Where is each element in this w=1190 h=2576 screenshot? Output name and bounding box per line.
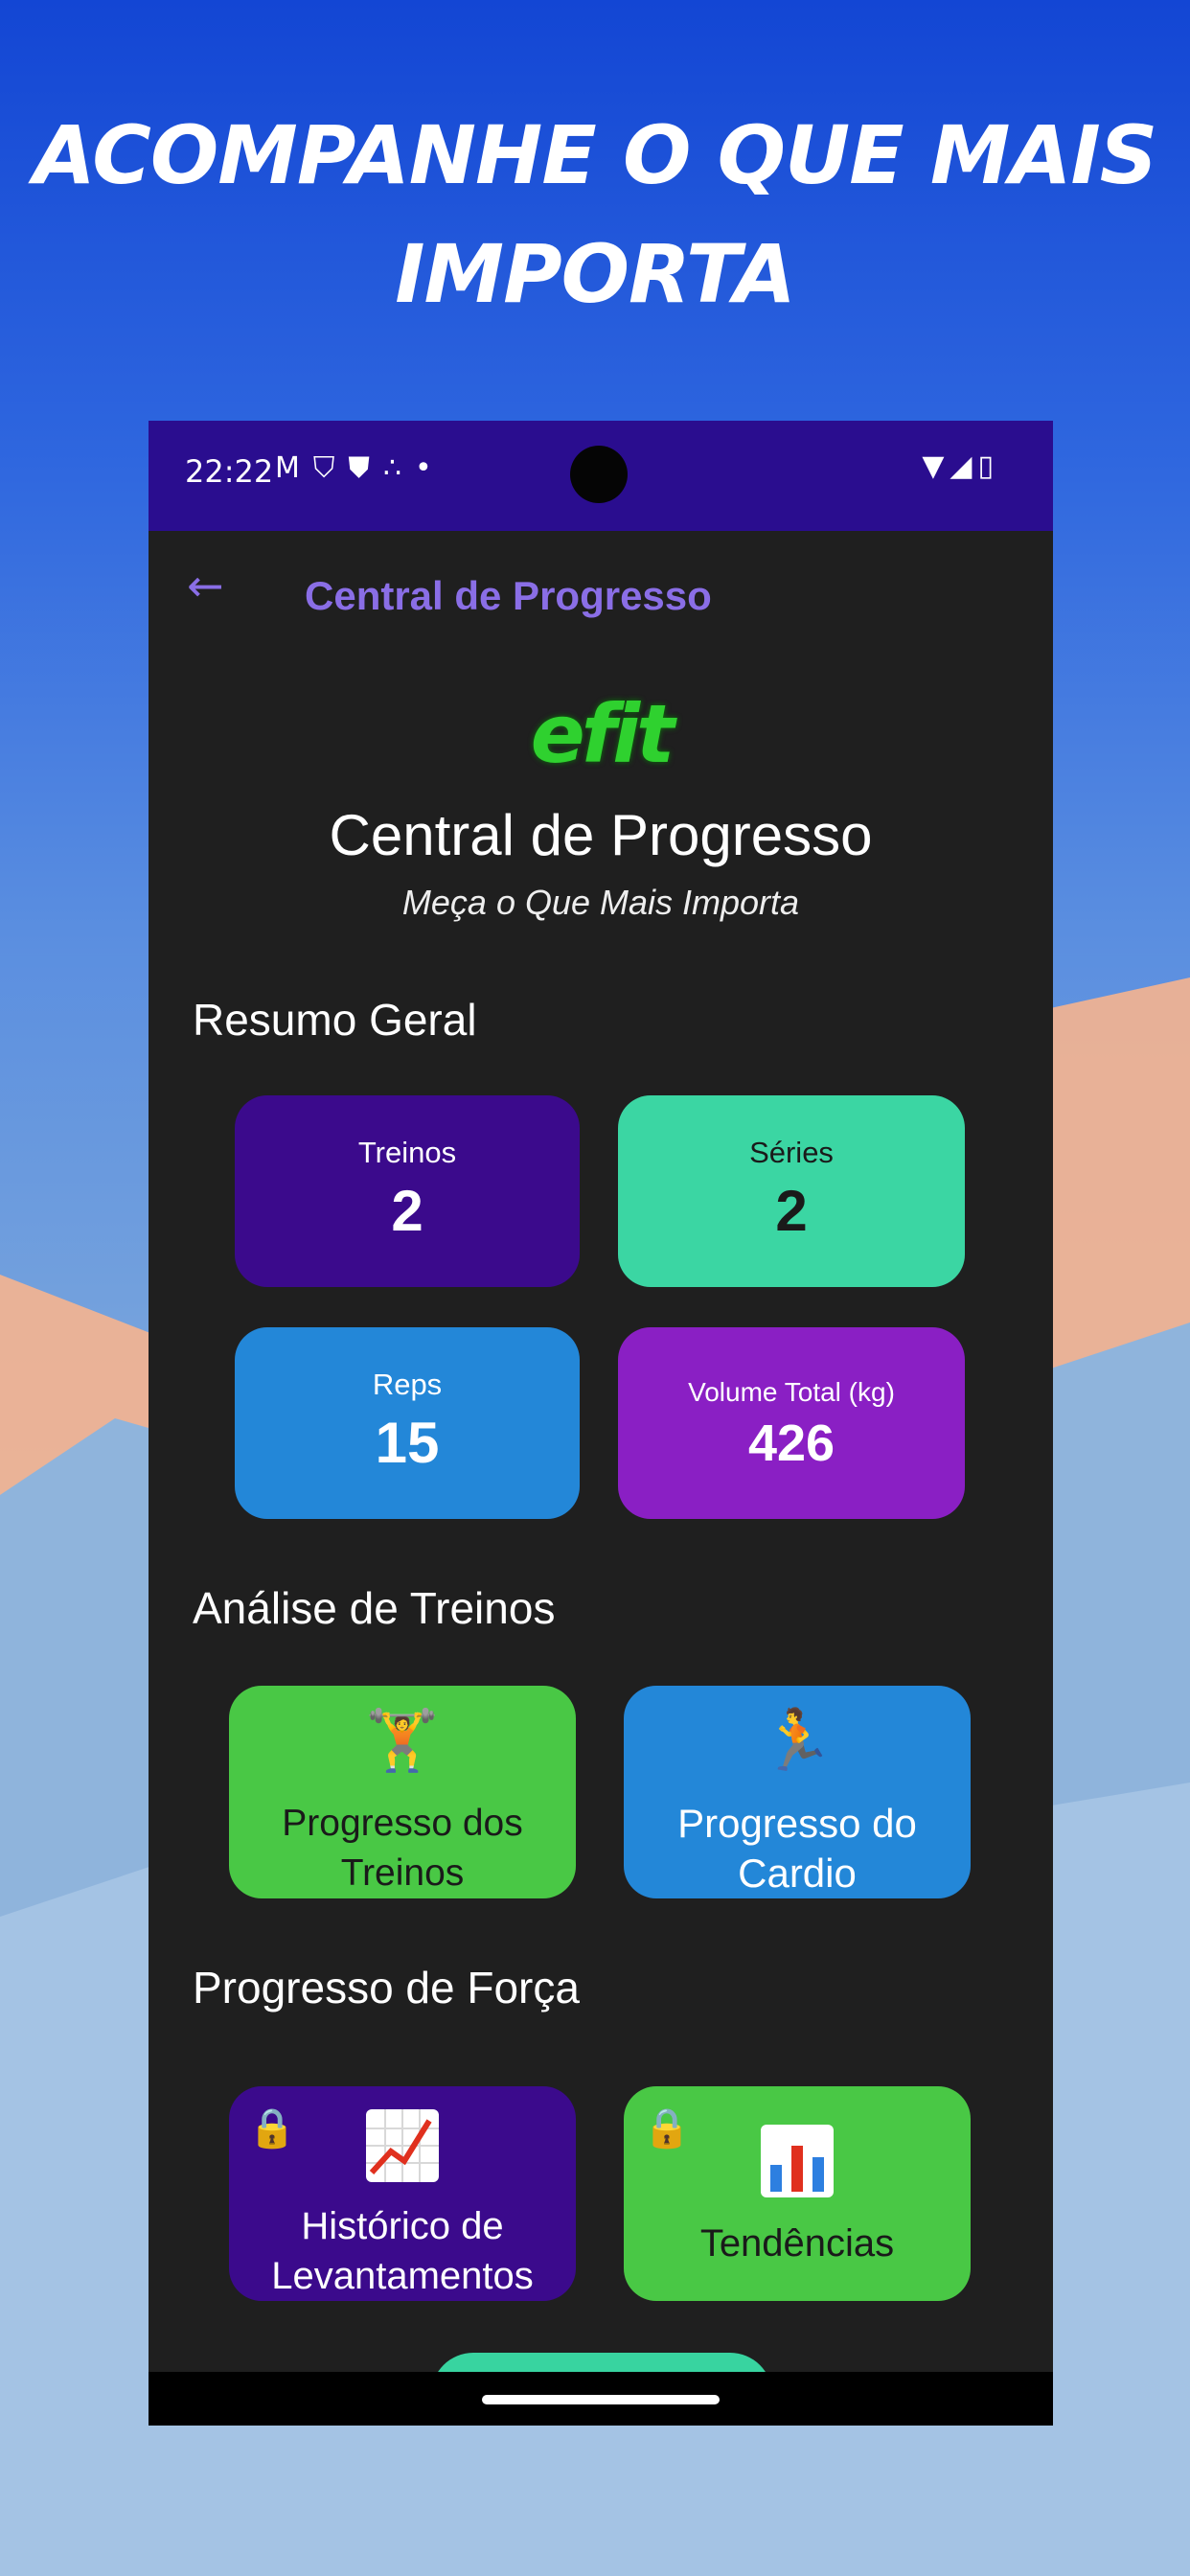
stat-card-treinos: Treinos 2 [235,1095,580,1287]
stat-card-volume: Volume Total (kg) 426 [618,1327,965,1519]
share-icon: ∴ [382,451,415,485]
stat-value: 2 [391,1179,423,1243]
bar-chart-icon [624,2121,971,2217]
card-label-line: Histórico de [301,2205,504,2247]
back-arrow-icon[interactable]: ← [187,560,224,611]
stat-label: Treinos [357,1136,457,1169]
page-subtitle: Meça o Que Mais Importa [401,883,800,922]
weightlifter-icon: 🏋 [365,1705,440,1775]
card-label-line: Tendências [699,2222,895,2265]
section-title-strength: Progresso de Força [193,1963,580,2012]
card-label-line: Cardio [738,1851,857,1896]
card-label: Histórico de Levantamentos [229,2201,576,2301]
app-bar-title: Central de Progresso [305,573,712,618]
status-time: 22:22 [185,453,274,490]
card-historico-levantamentos[interactable]: 🔒 Histórico de Levantamentos [229,2086,576,2301]
shield-outline-icon: ⛉ [312,451,349,485]
navigation-bar [149,2372,1053,2426]
promo-headline: ACOMPANHE O QUE MAIS IMPORTA [0,96,1190,334]
battery-icon: ▯ [977,449,999,483]
stat-label: Volume Total (kg) [688,1377,895,1407]
card-progresso-treinos[interactable]: 🏋 Progresso dos Treinos [229,1686,576,1898]
bar-chart-svg [761,2125,834,2197]
chart-increasing-svg [366,2109,439,2182]
section-title-analysis: Análise de Treinos [193,1583,556,1633]
card-label-line: Treinos [340,1852,465,1894]
section-title-summary: Resumo Geral [193,995,477,1045]
status-bar: 22:22 M⛉⛊∴• ▼◢▯ [149,421,1053,531]
dot-icon: • [414,451,446,485]
card-label-line: Levantamentos [271,2255,534,2297]
app-bar: ← Central de Progresso [149,531,1053,656]
home-indicator[interactable] [482,2395,720,2404]
stat-value: 2 [775,1179,808,1243]
signal-icon: ◢ [950,449,978,483]
card-progresso-cardio[interactable]: 🏃 Progresso do Cardio [624,1686,971,1898]
shield-icon: ⛊ [348,451,383,485]
stat-label: Reps [372,1368,443,1401]
phone-screen: 22:22 M⛉⛊∴• ▼◢▯ ← Central de Progresso e… [149,421,1053,2426]
card-label-line: Progresso do [677,1801,917,1846]
wifi-icon: ▼ [922,449,950,483]
card-tendencias[interactable]: 🔒 Tendências [624,2086,971,2301]
stat-card-series: Séries 2 [618,1095,965,1287]
card-label: Progresso dos Treinos [229,1799,576,1898]
stat-value: 426 [747,1414,835,1472]
card-label: Tendências [624,2219,971,2268]
status-notification-icons: M⛉⛊∴• [275,451,446,485]
stat-label: Séries [749,1136,834,1169]
card-label-line: Progresso dos [282,1803,523,1844]
page-title: Central de Progresso [329,803,873,867]
promo-headline-line-1: ACOMPANHE O QUE MAIS [33,108,1157,202]
runner-icon: 🏃 [760,1705,835,1775]
status-system-icons: ▼◢▯ [922,449,999,483]
stat-card-reps: Reps 15 [235,1327,580,1519]
chart-increasing-icon [229,2105,576,2201]
stat-value: 15 [375,1411,440,1475]
gmail-icon: M [275,451,313,485]
camera-cutout [570,446,628,503]
card-label: Progresso do Cardio [624,1799,971,1898]
promo-headline-line-2: IMPORTA [395,227,796,321]
app-logo: efit [530,687,675,781]
